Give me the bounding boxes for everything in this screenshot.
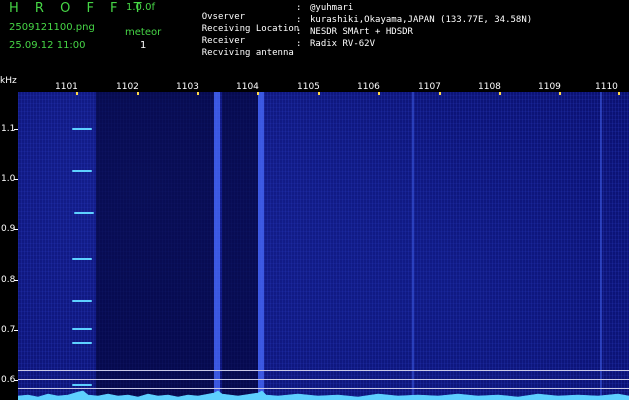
info-value: @yuhmari	[310, 3, 354, 13]
filename-label: 2509121100.png	[9, 22, 95, 33]
y-tick	[14, 280, 18, 281]
info-value: Radix RV-62V	[310, 39, 376, 49]
x-tick	[318, 92, 320, 95]
reference-line	[18, 388, 629, 389]
spectrogram: kHz 1101 1102 1103 1104 1105 1106 1107 1…	[0, 74, 629, 400]
x-tick-label: 1101	[55, 82, 78, 92]
x-tick	[257, 92, 259, 95]
x-tick-label: 1110	[595, 82, 618, 92]
datetime-label: 25.09.12 11:00	[9, 40, 86, 51]
meteor-echo	[72, 342, 92, 344]
info-sep: :	[296, 27, 302, 37]
carrier-line	[214, 92, 220, 400]
x-tick	[439, 92, 441, 95]
meteor-label: meteor	[125, 27, 162, 38]
dark-band	[222, 92, 258, 400]
meteor-echo	[72, 384, 92, 386]
x-tick-label: 1109	[538, 82, 561, 92]
info-sep: :	[296, 39, 302, 49]
meteor-echo	[72, 328, 92, 330]
x-tick-label: 1102	[116, 82, 139, 92]
info-sep: :	[296, 3, 302, 13]
x-tick	[378, 92, 380, 95]
info-value: kurashiki,Okayama,JAPAN (133.77E, 34.58N…	[310, 15, 533, 25]
y-tick	[14, 380, 18, 381]
y-tick	[14, 179, 18, 180]
carrier-line	[600, 92, 602, 400]
y-tick	[14, 330, 18, 331]
x-tick	[618, 92, 620, 95]
x-tick	[197, 92, 199, 95]
x-tick	[76, 92, 78, 95]
x-tick-label: 1105	[297, 82, 320, 92]
header-bar: H R O F F T 1.0.0f 2509121100.png meteor…	[0, 0, 629, 74]
carrier-line	[258, 92, 264, 400]
meteor-echo	[72, 128, 92, 130]
meteor-echo	[72, 300, 92, 302]
y-tick	[14, 229, 18, 230]
meteor-echo	[74, 212, 94, 214]
info-sep: :	[296, 15, 302, 25]
version-label: 1.0.0f	[126, 2, 155, 13]
reference-line	[18, 370, 629, 371]
x-tick	[137, 92, 139, 95]
x-tick	[559, 92, 561, 95]
meteor-echo	[72, 258, 92, 260]
info-row-antenna: Recviving antenna	[180, 40, 294, 67]
y-unit-label: kHz	[0, 76, 17, 86]
x-tick-label: 1103	[176, 82, 199, 92]
noise-floor	[18, 390, 629, 400]
meteor-echo	[72, 170, 92, 172]
reference-line	[18, 379, 629, 380]
carrier-line	[412, 92, 414, 400]
x-tick-label: 1106	[357, 82, 380, 92]
x-tick-label: 1108	[478, 82, 501, 92]
dark-band	[96, 92, 214, 400]
info-value: NESDR SMArt + HDSDR	[310, 27, 413, 37]
info-label: Recviving antenna	[201, 48, 294, 58]
y-tick	[14, 129, 18, 130]
x-tick	[499, 92, 501, 95]
x-tick-label: 1104	[236, 82, 259, 92]
x-tick-label: 1107	[418, 82, 441, 92]
meteor-count: 1	[140, 40, 147, 51]
